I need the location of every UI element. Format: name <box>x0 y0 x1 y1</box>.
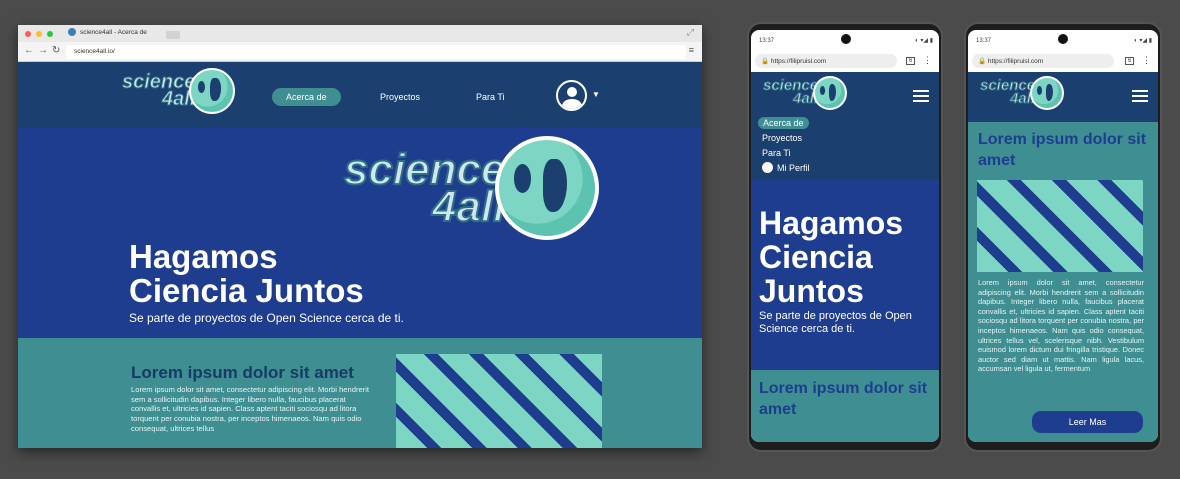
camera-icon <box>841 34 851 44</box>
tab-title: science4all - Acerca de <box>80 28 147 36</box>
nav-proyectos[interactable]: Proyectos <box>380 92 420 102</box>
maximize-window-button[interactable] <box>47 31 53 37</box>
status-icons: ◐ ▾◢ ▮ <box>1134 38 1152 44</box>
fullscreen-icon[interactable]: ⤢ <box>687 27 694 38</box>
status-time: 13:37 <box>976 38 992 44</box>
section-title: Lorem ipsum dolor sit amet <box>978 131 1147 169</box>
section-image-placeholder <box>977 180 1143 272</box>
hero-title: Hagamos Ciencia Juntos <box>759 205 904 309</box>
mobile-header: science 4all <box>968 72 1158 122</box>
phone-menu-open: 13:37 ◐ ▾◢ ▮ 🔒 https://filipruisl.com 6 … <box>747 22 943 452</box>
hero-logo: science 4all <box>343 136 600 240</box>
status-icons: ◐ ▾◢ ▮ <box>915 38 933 44</box>
favicon-globe-icon <box>68 28 76 36</box>
section-title: Lorem ipsum dolor sit amet <box>759 380 928 418</box>
mobile-header: science 4all Acerca de Proyectos Para Ti … <box>751 72 939 180</box>
site-header: science 4all Acerca de Proyectos Para Ti … <box>18 62 702 128</box>
hero-section: Hagamos Ciencia Juntos Se parte de proyect… <box>751 180 939 370</box>
close-window-button[interactable] <box>25 31 31 37</box>
forward-icon[interactable]: → <box>38 45 48 56</box>
profile-dropdown-caret-icon[interactable]: ▼ <box>592 90 600 99</box>
content-section: Lorem ipsum dolor sit amet Lorem ipsum d… <box>18 338 702 448</box>
more-options-icon[interactable]: ⋮ <box>1142 55 1151 66</box>
back-icon[interactable]: ← <box>24 45 34 56</box>
url-input[interactable]: 🔒 https://filipruisl.com <box>755 54 897 68</box>
hero-globe-icon <box>495 136 600 240</box>
new-tab-button[interactable] <box>166 31 180 39</box>
section-body: Lorem ipsum dolor sit amet, consectetur … <box>978 278 1144 374</box>
profile-icon <box>762 162 773 173</box>
hamburger-menu-icon[interactable] <box>913 90 929 102</box>
read-more-button[interactable]: Leer Mas <box>1032 411 1143 433</box>
hero-subtitle: Se parte de proyectos de Open Science ce… <box>759 310 912 335</box>
menu-icon[interactable]: ≡ <box>689 45 694 55</box>
menu-proyectos[interactable]: Proyectos <box>762 133 802 143</box>
section-body: Lorem ipsum dolor sit amet, consectetur … <box>131 385 370 433</box>
minimize-window-button[interactable] <box>36 31 42 37</box>
phone-screen: 13:37 ◐ ▾◢ ▮ 🔒 https://filipruisl.com 6 … <box>968 30 1158 442</box>
tab-count-button[interactable]: 6 <box>906 57 916 65</box>
address-bar: ← → ↻ science4all.io/ ≡ <box>18 42 702 62</box>
url-text: science4all.io/ <box>74 48 115 55</box>
phone-screen: 13:37 ◐ ▾◢ ▮ 🔒 https://filipruisl.com 6 … <box>751 30 939 442</box>
browser-tab[interactable]: science4all - Acerca de <box>68 28 147 36</box>
nav-acerca-de[interactable]: Acerca de <box>272 88 341 106</box>
desktop-browser-window: science4all - Acerca de ⤢ ← → ↻ science4… <box>18 25 702 448</box>
tab-bar: science4all - Acerca de ⤢ <box>18 25 702 42</box>
menu-acerca-de[interactable]: Acerca de <box>758 117 809 129</box>
content-section: Lorem ipsum dolor sit amet Lorem ipsum d… <box>968 122 1158 442</box>
reload-icon[interactable]: ↻ <box>52 45 60 56</box>
phone-content-view: 13:37 ◐ ▾◢ ▮ 🔒 https://filipruisl.com 6 … <box>964 22 1162 452</box>
nav-para-ti[interactable]: Para Ti <box>476 92 505 102</box>
hero-section: science 4all Hagamos Ciencia Juntos Se par… <box>18 128 702 338</box>
url-input[interactable]: science4all.io/ <box>66 45 686 59</box>
hamburger-menu-icon[interactable] <box>1132 90 1148 102</box>
site-logo[interactable]: science 4all <box>762 76 848 110</box>
hero-subtitle: Se parte de proyectos de Open Science ce… <box>129 311 404 325</box>
more-options-icon[interactable]: ⋮ <box>923 55 932 66</box>
menu-para-ti[interactable]: Para Ti <box>762 148 791 158</box>
profile-avatar-icon[interactable] <box>556 80 587 111</box>
url-input[interactable]: 🔒 https://filipruisl.com <box>972 54 1114 68</box>
site-logo[interactable]: science 4all <box>979 76 1065 110</box>
hero-title: Hagamos Ciencia Juntos <box>129 238 364 309</box>
section-image-placeholder <box>396 354 602 448</box>
section-title: Lorem ipsum dolor sit amet <box>131 363 354 382</box>
content-section: Lorem ipsum dolor sit amet <box>751 370 939 442</box>
tab-count-button[interactable]: 6 <box>1125 57 1135 65</box>
status-time: 13:37 <box>759 38 775 44</box>
globe-icon <box>189 68 236 114</box>
site-logo[interactable]: science 4all <box>121 68 236 114</box>
camera-icon <box>1058 34 1068 44</box>
menu-mi-perfil[interactable]: Mi Perfil <box>762 162 810 173</box>
